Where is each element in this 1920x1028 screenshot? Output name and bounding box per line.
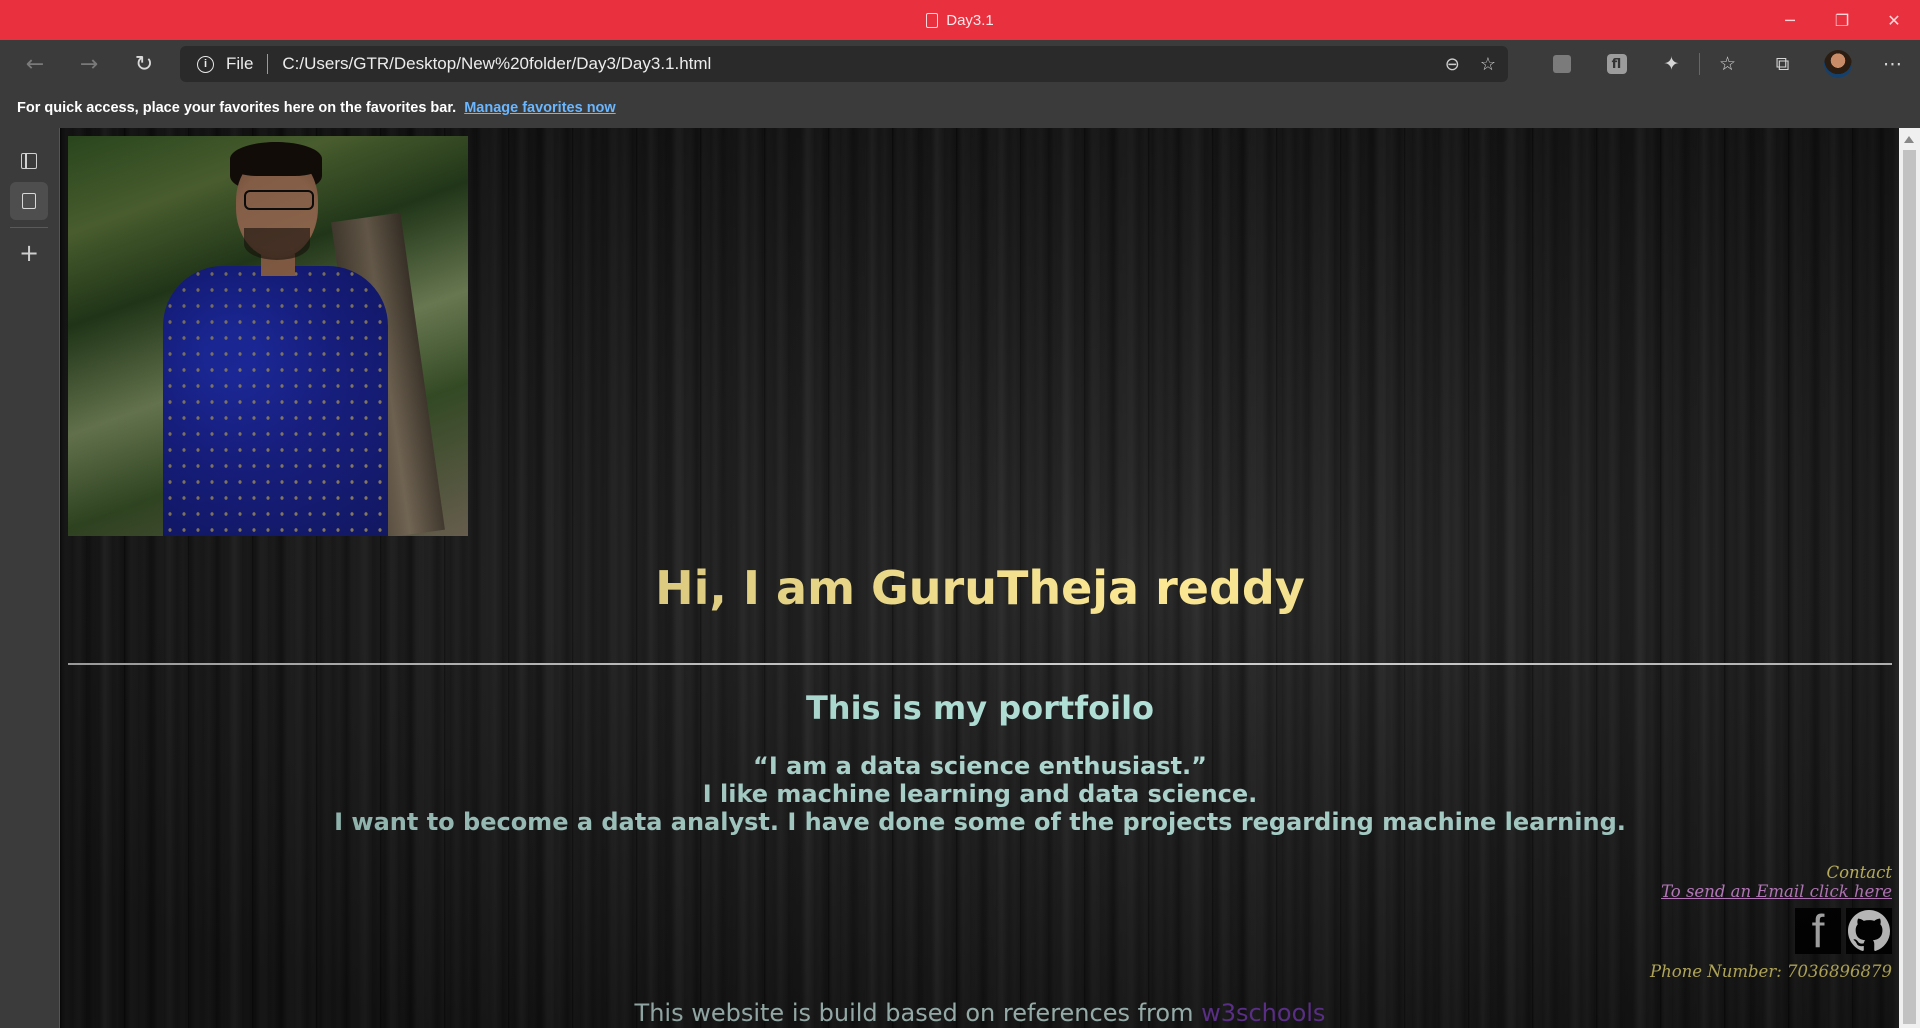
address-url[interactable]: C:/Users/GTR/Desktop/New%20folder/Day3/D… (282, 54, 711, 74)
w3schools-link[interactable]: w3schools (1201, 999, 1325, 1027)
extensions-puzzle-icon[interactable]: ✦ (1644, 40, 1699, 88)
scrollbar-thumb[interactable] (1903, 150, 1916, 1024)
page-viewport: Hi, I am GuruTheja reddy This is my port… (59, 128, 1900, 1028)
back-arrow-icon[interactable]: ← (19, 48, 51, 80)
tab-actions-icon[interactable] (10, 142, 48, 180)
add-favorite-icon[interactable]: ☆ (1480, 54, 1496, 75)
email-link[interactable]: To send an Email click here (1650, 882, 1892, 901)
document-icon (926, 12, 939, 28)
new-tab-icon[interactable]: + (10, 234, 48, 272)
vertical-scrollbar[interactable] (1899, 128, 1920, 1028)
window-controls: ─ ❐ ✕ (1764, 0, 1920, 40)
window-title: Day3.1 (0, 0, 1920, 40)
profile-photo (68, 136, 468, 536)
title-bar: Day3.1 ─ ❐ ✕ (0, 0, 1920, 40)
zoom-out-icon[interactable]: ⊖ (1445, 54, 1460, 75)
more-options-icon[interactable]: ⋯ (1865, 40, 1920, 88)
page-subheading: This is my portfoilo (805, 689, 1155, 727)
window-title-text: Day3.1 (946, 11, 994, 29)
active-tab-page-icon[interactable] (10, 182, 48, 220)
close-icon[interactable]: ✕ (1868, 0, 1920, 40)
browser-toolbar: fl ✦ ☆ ⧉ ⋯ (1534, 40, 1920, 88)
github-icon[interactable] (1846, 908, 1892, 954)
extension-2-icon[interactable]: fl (1589, 40, 1644, 88)
bio-line: I like machine learning and data science… (702, 780, 1258, 808)
favorites-bar: For quick access, place your favorites h… (0, 88, 1920, 128)
favorites-icon[interactable]: ☆ (1700, 40, 1755, 88)
contact-section: Contact To send an Email click here f Ph… (1650, 863, 1892, 982)
favorites-bar-message: For quick access, place your favorites h… (17, 100, 457, 116)
sidebar-divider (10, 227, 48, 228)
restore-icon[interactable]: ❐ (1816, 0, 1868, 40)
address-separator (267, 54, 269, 74)
refresh-icon[interactable]: ↻ (128, 48, 160, 80)
footer-text-body: This website is build based on reference… (634, 999, 1202, 1027)
minimize-icon[interactable]: ─ (1764, 0, 1816, 40)
page-heading: Hi, I am GuruTheja reddy (655, 561, 1305, 615)
facebook-icon[interactable]: f (1795, 908, 1841, 954)
address-actions: ⊖ ☆ (1445, 46, 1496, 82)
extension-1-icon[interactable] (1534, 40, 1589, 88)
bio-line: I want to become a data analyst. I have … (334, 808, 1626, 836)
phone-number: Phone Number: 7036896879 (1649, 962, 1892, 981)
site-info-icon[interactable]: i (197, 55, 214, 73)
manage-favorites-link[interactable]: Manage favorites now (464, 100, 615, 116)
horizontal-rule (68, 663, 1892, 665)
address-bar[interactable]: i File C:/Users/GTR/Desktop/New%20folder… (180, 46, 1508, 82)
contact-label: Contact (1826, 863, 1892, 882)
collections-icon[interactable]: ⧉ (1755, 40, 1810, 88)
bio-text: “I am a data science enthusiast.” I like… (60, 752, 1900, 836)
scroll-up-icon[interactable] (1904, 136, 1914, 143)
forward-arrow-icon[interactable]: → (73, 48, 105, 80)
footer-text: This website is build based on reference… (60, 999, 1900, 1027)
address-scheme-label: File (226, 54, 254, 73)
profile-avatar[interactable] (1810, 40, 1865, 88)
social-links: f (1650, 908, 1892, 954)
vertical-tabs-sidebar: + (0, 128, 59, 1028)
navigation-bar: ← → ↻ i File C:/Users/GTR/Desktop/New%20… (0, 40, 1920, 88)
bio-line: “I am a data science enthusiast.” (753, 752, 1207, 780)
